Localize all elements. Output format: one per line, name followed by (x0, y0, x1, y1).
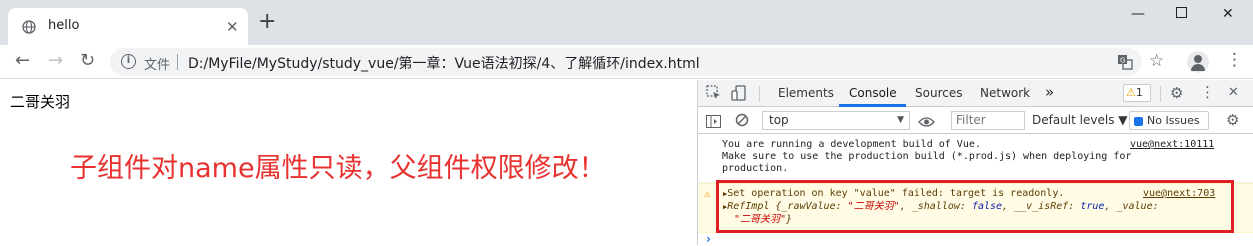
tab-console[interactable]: Console (849, 86, 897, 100)
star-icon[interactable]: ☆ (1149, 51, 1164, 71)
gear-icon[interactable]: ⚙ (1226, 111, 1239, 129)
gear-icon[interactable]: ⚙ (1170, 84, 1183, 102)
warning-icon: ⚠ (704, 187, 711, 200)
warning-badge[interactable]: ⚠1 (1123, 84, 1151, 102)
new-tab-button[interactable]: + (258, 11, 276, 33)
issues-icon (1134, 116, 1143, 126)
address-divider (177, 54, 178, 70)
info-message-text: You are running a development build of V… (722, 139, 1132, 174)
page-content: 二哥关羽 子组件对name属性只读，父组件权限修改！ (0, 80, 697, 245)
levels-dropdown[interactable]: Default levels ▼ (1032, 113, 1128, 127)
tab-title: hello (48, 18, 80, 33)
avatar[interactable] (1187, 51, 1209, 73)
more-tabs-button[interactable]: » (1045, 83, 1054, 101)
context-value: top (769, 113, 789, 127)
back-icon[interactable]: ← (15, 51, 30, 71)
issues-button[interactable]: No Issues (1129, 111, 1209, 130)
menu-icon[interactable]: ⋮ (1200, 83, 1215, 101)
warning-icon: ⚠ (1126, 86, 1136, 99)
filter-input[interactable]: Filter (951, 111, 1025, 130)
name-text: 二哥关羽 (10, 93, 71, 111)
chevron-down-icon: ▼ (897, 115, 904, 125)
translate-icon[interactable]: G (1117, 54, 1133, 74)
toolbar: ← → ↻ i 文件 D:/MyFile/MyStudy/study_vue/第… (0, 45, 1253, 79)
console-prompt[interactable]: › (706, 232, 711, 246)
sidebar-icon[interactable] (706, 113, 721, 132)
device-icon[interactable] (731, 85, 747, 105)
annotation-text: 子组件对name属性只读，父组件权限修改！ (70, 153, 606, 184)
tab-elements[interactable]: Elements (778, 86, 834, 100)
maximize-button[interactable] (1176, 6, 1187, 22)
browser-tab[interactable]: hello ✕ (8, 8, 248, 45)
reload-icon[interactable]: ↻ (80, 51, 95, 71)
info-source-link[interactable]: vue@next:10111 (1130, 139, 1214, 151)
warning-count: 1 (1135, 86, 1143, 99)
tab-sources[interactable]: Sources (915, 86, 962, 100)
info-icon[interactable]: i (121, 54, 136, 69)
window-close-button[interactable]: ✕ (1222, 6, 1234, 22)
tab-divider (759, 86, 760, 102)
inspect-icon[interactable] (706, 85, 722, 105)
forward-icon[interactable]: → (48, 51, 63, 71)
clear-icon[interactable] (735, 112, 749, 131)
file-label: 文件 (144, 58, 171, 73)
context-select[interactable]: top ▼ (762, 111, 910, 130)
highlight-box (716, 180, 1234, 233)
eye-icon[interactable] (918, 113, 935, 132)
minimize-button[interactable]: — (1131, 6, 1145, 22)
globe-icon (22, 19, 36, 38)
devtools-tabbar: Elements Console Sources Network » ⚠1 ⚙ … (698, 80, 1253, 107)
address-bar[interactable]: i 文件 D:/MyFile/MyStudy/study_vue/第一章：Vue… (110, 48, 1142, 76)
devtools-panel: Elements Console Sources Network » ⚠1 ⚙ … (697, 80, 1253, 246)
url-text[interactable]: D:/MyFile/MyStudy/study_vue/第一章：Vue语法初探/… (188, 53, 700, 73)
issues-label: No Issues (1147, 114, 1200, 127)
close-icon[interactable]: ✕ (226, 18, 239, 36)
console-toolbar: top ▼ Filter Default levels ▼ No Issues ⚙ (698, 107, 1253, 134)
tab-divider (1160, 86, 1161, 102)
close-icon[interactable]: ✕ (1228, 85, 1239, 100)
tab-strip: hello ✕ + — ✕ (0, 0, 1253, 45)
console-message-info: You are running a development build of V… (698, 137, 1253, 183)
svg-text:G: G (1120, 57, 1125, 65)
tab-network[interactable]: Network (980, 86, 1030, 100)
menu-icon[interactable]: ⋮ (1226, 50, 1243, 70)
